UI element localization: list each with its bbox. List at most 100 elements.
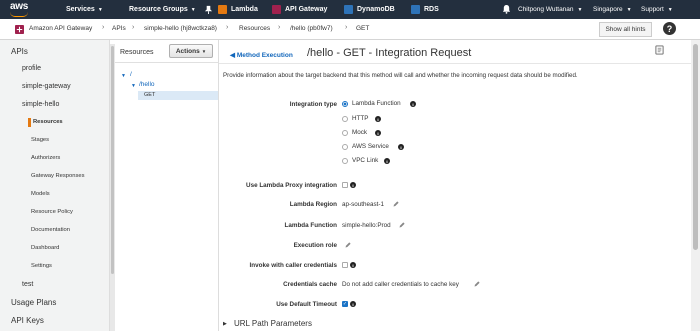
radio-mock[interactable] bbox=[342, 130, 348, 136]
info-icon[interactable]: i bbox=[350, 182, 356, 188]
lambda-icon bbox=[218, 5, 227, 14]
breadcrumb-resources[interactable]: Resources bbox=[239, 25, 270, 32]
pencil-icon[interactable] bbox=[474, 281, 480, 287]
support-menu[interactable]: Support ▼ bbox=[641, 0, 673, 19]
pencil-icon[interactable] bbox=[345, 242, 351, 248]
sidebar-item-stages[interactable]: Stages bbox=[31, 137, 49, 143]
sidebar-scrollbar-thumb[interactable] bbox=[111, 46, 114, 274]
credentials-cache-value: Do not add caller credentials to cache k… bbox=[342, 281, 459, 288]
sidebar-item-gateway-responses[interactable]: Gateway Responses bbox=[31, 173, 85, 179]
proxy-integration-checkbox[interactable] bbox=[342, 182, 348, 188]
radio-http[interactable] bbox=[342, 116, 348, 122]
option-vpc-link: VPC Link bbox=[352, 157, 379, 164]
sidebar-api-keys[interactable]: API Keys bbox=[11, 316, 44, 325]
actions-button[interactable]: Actions ▼ bbox=[169, 44, 213, 58]
region-menu[interactable]: Singapore ▼ bbox=[593, 0, 632, 19]
page-description: Provide information about the target bac… bbox=[223, 72, 578, 79]
sidebar-item-test[interactable]: test bbox=[22, 281, 33, 288]
info-icon[interactable]: i bbox=[375, 130, 381, 136]
chevron-down-icon: ▼ bbox=[626, 6, 632, 13]
sidebar-item-simple-hello[interactable]: simple-hello bbox=[22, 101, 59, 108]
expand-icon[interactable]: ▶ bbox=[223, 321, 227, 327]
service-link-dynamodb[interactable]: DynamoDB bbox=[344, 0, 395, 19]
info-icon[interactable]: i bbox=[384, 158, 390, 164]
breadcrumb-method: GET bbox=[356, 25, 370, 32]
chevron-down-icon: ▼ bbox=[577, 6, 583, 13]
help-icon[interactable]: ? bbox=[663, 22, 676, 35]
api-gateway-icon bbox=[272, 5, 281, 14]
option-aws-service: AWS Service bbox=[352, 143, 389, 150]
chevron-down-icon: ▼ bbox=[201, 48, 207, 54]
chevron-down-icon: ▼ bbox=[190, 6, 196, 13]
info-icon[interactable]: i bbox=[398, 144, 404, 150]
service-link-lambda[interactable]: Lambda bbox=[218, 0, 258, 19]
breadcrumb-resource[interactable]: /hello (pb0fw7) bbox=[290, 25, 333, 32]
pin-icon[interactable] bbox=[204, 5, 213, 14]
service-link-rds[interactable]: RDS bbox=[411, 0, 439, 19]
aws-logo[interactable]: aws bbox=[4, 0, 42, 19]
option-mock: Mock bbox=[352, 129, 368, 136]
option-lambda-function: Lambda Function bbox=[352, 100, 401, 107]
lambda-function-value: simple-hello:Prod bbox=[342, 222, 391, 229]
sidebar-item-models[interactable]: Models bbox=[31, 191, 50, 197]
default-timeout-checkbox[interactable]: ✓ bbox=[342, 301, 348, 307]
option-http: HTTP bbox=[352, 115, 369, 122]
tree-expand-icon[interactable]: ▼ bbox=[131, 83, 136, 89]
sidebar-item-resources[interactable]: Resources bbox=[33, 119, 63, 125]
info-icon[interactable]: i bbox=[375, 116, 381, 122]
service-link-api-gateway[interactable]: API Gateway bbox=[272, 0, 327, 19]
tree-item-get[interactable]: GET bbox=[138, 91, 218, 100]
execution-role-label: Execution role bbox=[293, 242, 337, 249]
api-gateway-service-icon bbox=[15, 25, 24, 34]
sidebar-item-settings[interactable]: Settings bbox=[31, 263, 52, 269]
sidebar-item-resource-policy[interactable]: Resource Policy bbox=[31, 209, 73, 215]
radio-vpc-link[interactable] bbox=[342, 158, 348, 164]
radio-aws-service[interactable] bbox=[342, 144, 348, 150]
default-timeout-label: Use Default Timeout bbox=[276, 301, 337, 308]
radio-lambda-function[interactable] bbox=[342, 101, 348, 107]
services-menu[interactable]: Services ▼ bbox=[66, 0, 103, 19]
divider bbox=[219, 63, 691, 64]
chevron-down-icon: ▼ bbox=[667, 6, 673, 13]
breadcrumb-service[interactable]: Amazon API Gateway bbox=[29, 25, 92, 32]
tree-item-root[interactable]: / bbox=[130, 71, 132, 78]
sidebar-item-profile[interactable]: profile bbox=[22, 65, 41, 72]
info-icon[interactable]: i bbox=[350, 301, 356, 307]
book-icon[interactable] bbox=[655, 45, 664, 55]
info-icon[interactable]: i bbox=[410, 101, 416, 107]
breadcrumb-bar bbox=[0, 19, 700, 40]
integration-type-label: Integration type bbox=[289, 101, 337, 108]
tree-expand-icon[interactable]: ▼ bbox=[121, 73, 126, 79]
sidebar-item-dashboard[interactable]: Dashboard bbox=[31, 245, 59, 251]
breadcrumb-separator: › bbox=[278, 24, 281, 31]
chevron-down-icon: ▼ bbox=[97, 6, 103, 13]
divider bbox=[115, 62, 219, 63]
sidebar-usage-plans[interactable]: Usage Plans bbox=[11, 298, 56, 307]
info-icon[interactable]: i bbox=[350, 262, 356, 268]
page-title: /hello - GET - Integration Request bbox=[307, 47, 472, 59]
resource-groups-menu[interactable]: Resource Groups ▼ bbox=[129, 0, 196, 19]
user-menu[interactable]: Chitpong Wuttanan ▼ bbox=[518, 0, 582, 19]
back-link[interactable]: ◀ Method Execution bbox=[230, 51, 293, 59]
invoke-credentials-checkbox[interactable] bbox=[342, 262, 348, 268]
invoke-credentials-label: Invoke with caller credentials bbox=[249, 262, 338, 269]
sidebar-apis[interactable]: APIs bbox=[11, 47, 28, 56]
bell-icon[interactable] bbox=[502, 4, 511, 14]
breadcrumb-separator: › bbox=[102, 24, 105, 31]
credentials-cache-label: Credentials cache bbox=[283, 281, 337, 288]
sidebar-item-simple-gateway[interactable]: simple-gateway bbox=[22, 83, 71, 90]
pencil-icon[interactable] bbox=[399, 222, 405, 228]
tree-item-hello[interactable]: /hello bbox=[139, 81, 155, 88]
breadcrumb-apis[interactable]: APIs bbox=[112, 25, 126, 32]
rds-icon bbox=[411, 5, 420, 14]
pencil-icon[interactable] bbox=[393, 201, 399, 207]
main-scrollbar-thumb[interactable] bbox=[693, 44, 698, 250]
sidebar-item-documentation[interactable]: Documentation bbox=[31, 227, 70, 233]
proxy-integration-label: Use Lambda Proxy integration bbox=[246, 182, 337, 189]
url-path-parameters-section[interactable]: URL Path Parameters bbox=[234, 319, 312, 328]
sidebar-item-authorizers[interactable]: Authorizers bbox=[31, 155, 60, 161]
breadcrumb-api[interactable]: simple-hello (hj8wctkza8) bbox=[144, 25, 217, 32]
dynamodb-icon bbox=[344, 5, 353, 14]
show-all-hints-button[interactable]: Show all hints bbox=[599, 22, 652, 37]
resources-title: Resources bbox=[120, 49, 154, 56]
